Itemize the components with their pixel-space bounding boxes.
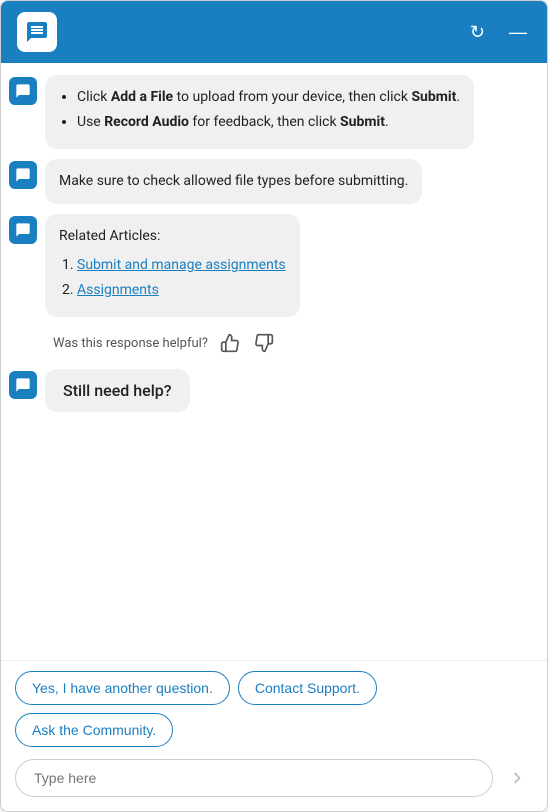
thumbsdown-icon [254,333,274,353]
minimize-button[interactable]: — [505,18,531,47]
quick-reply-community[interactable]: Ask the Community. [15,713,173,747]
message-row: Make sure to check allowed file types be… [9,159,539,204]
refresh-button[interactable]: ↻ [466,18,489,47]
chat-input[interactable] [15,759,493,797]
still-need-bubble: Still need help? [45,369,190,412]
related-articles-bubble: Related Articles: Submit and manage assi… [45,214,300,317]
bot-bubble: Click Add a File to upload from your dev… [45,75,474,149]
send-arrow-icon [507,768,527,788]
bot-avatar [9,77,37,105]
article-link-1[interactable]: Submit and manage assignments [77,257,286,273]
bot-avatar [9,216,37,244]
message-row: Click Add a File to upload from your dev… [9,75,539,149]
input-row [15,759,533,797]
bot-icon [15,377,31,393]
chat-logo [17,12,57,52]
bot-avatar [9,161,37,189]
chat-header: ↻ — [1,1,547,63]
chat-widget: ↻ — Click Add a File to upload from your… [0,0,548,812]
bot-icon [15,222,31,238]
header-actions: ↻ — [466,18,531,47]
thumbsup-icon [220,333,240,353]
logo-icon [25,20,49,44]
message-row: Related Articles: Submit and manage assi… [9,214,539,317]
related-articles-title: Related Articles: [59,228,160,244]
thumbsdown-button[interactable] [252,331,276,355]
bot-avatar [9,371,37,399]
still-need-row: Still need help? [9,369,539,412]
helpful-label: Was this response helpful? [53,336,208,351]
bot-icon [15,83,31,99]
article-link-2[interactable]: Assignments [77,282,159,298]
quick-reply-another-question[interactable]: Yes, I have another question. [15,671,230,705]
thumbsup-button[interactable] [218,331,242,355]
quick-replies: Yes, I have another question. Contact Su… [15,671,533,747]
chat-footer: Yes, I have another question. Contact Su… [1,660,547,811]
quick-reply-contact-support[interactable]: Contact Support. [238,671,377,705]
chat-body: Click Add a File to upload from your dev… [1,63,547,660]
bot-bubble: Make sure to check allowed file types be… [45,159,422,204]
bot-icon [15,167,31,183]
helpful-row: Was this response helpful? [45,327,539,359]
send-icon [501,762,533,794]
